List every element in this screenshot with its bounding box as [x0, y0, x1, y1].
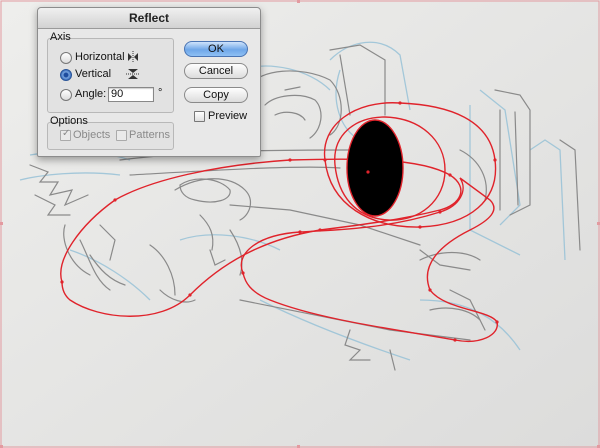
reflect-dialog: Reflect Axis Horizontal Vertical Angle: … — [37, 7, 261, 157]
objects-checkbox[interactable]: ✓ — [60, 128, 71, 141]
horizontal-radio[interactable] — [60, 52, 72, 64]
ok-button[interactable]: OK — [184, 41, 248, 57]
axis-group-label: Axis — [50, 31, 71, 43]
reflect-horizontal-icon — [128, 51, 138, 63]
copy-button[interactable]: Copy — [184, 87, 248, 103]
angle-radio[interactable] — [60, 89, 72, 101]
preview-checkbox[interactable] — [194, 111, 205, 122]
patterns-label[interactable]: Patterns — [129, 129, 170, 141]
dialog-title: Reflect — [38, 8, 260, 29]
angle-input[interactable]: 90 — [108, 87, 154, 102]
vertical-label[interactable]: Vertical — [75, 68, 111, 80]
options-group-label: Options — [50, 115, 88, 127]
engine-intake-fill — [346, 119, 404, 217]
horizontal-label[interactable]: Horizontal — [75, 51, 125, 63]
angle-unit: ° — [158, 87, 163, 99]
patterns-checkbox[interactable] — [116, 130, 127, 141]
vertical-radio[interactable] — [60, 69, 72, 81]
objects-label[interactable]: Objects — [73, 129, 110, 141]
preview-label[interactable]: Preview — [208, 110, 247, 122]
cancel-button[interactable]: Cancel — [184, 63, 248, 79]
angle-label[interactable]: Angle: — [75, 88, 106, 100]
reflect-vertical-icon — [126, 69, 140, 79]
